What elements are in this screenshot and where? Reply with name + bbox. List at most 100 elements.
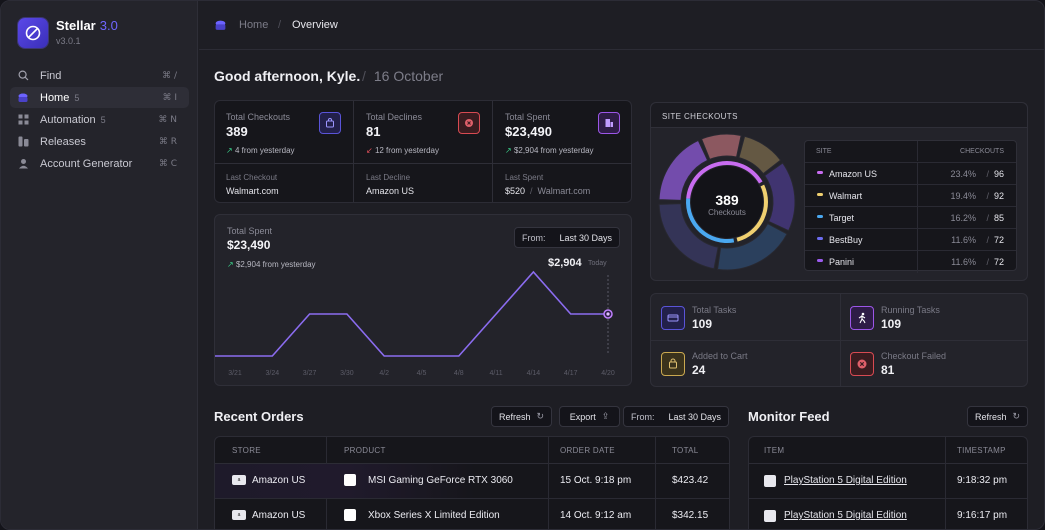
stat-change: ↙ 12 from yesterday — [366, 146, 439, 155]
feed-timestamp: 9:16:17 pm — [957, 510, 1008, 521]
account-generator-icon — [17, 158, 29, 170]
stat-label: Total Checkouts — [226, 112, 291, 122]
shortcut-hint: ⌘ / — [162, 70, 177, 81]
breadcrumb-home[interactable]: Home — [239, 19, 268, 31]
x-tick-label: 4/17 — [564, 370, 578, 377]
divider — [493, 163, 632, 164]
legend-swatch — [817, 171, 823, 174]
legend-pct: 16.2% — [950, 213, 976, 223]
sidebar-item-label: Home — [40, 91, 70, 104]
sidebar-item-home[interactable]: Home 5 ⌘ I — [10, 87, 189, 108]
legend-row: Target 16.2% / 85 — [805, 206, 1016, 229]
legend-swatch — [817, 215, 823, 218]
site-table: SITE CHECKOUTS Amazon US 23.4% / 96 Walm… — [804, 140, 1017, 273]
legend-pct: 11.6% — [951, 235, 976, 245]
spent-chart-panel: Total Spent $23,490 ↗ $2,904 from yester… — [214, 214, 632, 386]
x-tick-label: 4/2 — [379, 370, 389, 377]
order-total: $342.15 — [672, 510, 709, 521]
sidebar-item-label: Account Generator — [40, 157, 133, 170]
order-product: MSI Gaming GeForce RTX 3060 — [368, 475, 513, 486]
col-store: STORE — [232, 446, 261, 455]
task-label: Running Tasks — [881, 305, 940, 315]
x-tick-label: 3/24 — [265, 370, 279, 377]
legend-pct: 23.4% — [950, 169, 976, 179]
legend-separator: / — [986, 213, 989, 223]
sidebar-item-releases[interactable]: Releases ⌘ R — [10, 131, 189, 152]
stat-sub-label: Last Decline — [366, 173, 411, 182]
product-thumb-icon — [764, 510, 776, 522]
col-site: SITE — [816, 148, 832, 155]
legend-pct: 11.6% — [951, 257, 976, 267]
col-checkouts: CHECKOUTS — [960, 148, 1004, 155]
running-icon — [850, 306, 874, 330]
sidebar-item-find[interactable]: Find ⌘ / — [10, 65, 189, 86]
col-total: TOTAL — [672, 446, 699, 455]
legend-site: Target — [829, 213, 855, 223]
amazon-logo-icon: a — [232, 510, 246, 520]
product-thumb-icon — [344, 509, 356, 521]
shortcut-hint: ⌘ C — [158, 158, 177, 169]
sidebar-item-account-generator[interactable]: Account Generator ⌘ C — [10, 153, 189, 174]
legend-row: Amazon US 23.4% / 96 — [805, 162, 1016, 185]
stat-label: Total Spent — [505, 112, 551, 122]
refresh-orders-button[interactable]: Refresh ↻ — [491, 406, 552, 427]
search-icon — [17, 70, 29, 82]
home-icon — [214, 19, 227, 37]
orders-date-range-select[interactable]: From: Last 30 Days — [623, 406, 729, 427]
feed-item-link[interactable]: PlayStation 5 Digital Edition — [784, 510, 907, 521]
donut-total-label: Checkouts — [708, 208, 746, 217]
feed-timestamp: 9:18:32 pm — [957, 475, 1008, 486]
legend-separator: / — [986, 169, 989, 179]
releases-icon — [17, 136, 29, 148]
arrow-down-icon: ↙ — [366, 146, 373, 155]
stat-change: ↗ $2,904 from yesterday — [505, 146, 594, 155]
feed-item-link[interactable]: PlayStation 5 Digital Edition — [784, 475, 907, 486]
legend-swatch — [817, 193, 823, 196]
order-date: 14 Oct. 9:12 am — [560, 510, 632, 521]
task-label: Total Tasks — [692, 305, 737, 315]
legend-count: 92 — [993, 191, 1004, 201]
app-window: Stellar 3.0 v3.0.1 Find ⌘ / Home 5 ⌘ I Au… — [0, 0, 1045, 530]
legend-row: Panini 11.6% / 72 — [805, 250, 1016, 273]
x-tick-label: 4/5 — [417, 370, 427, 377]
task-value: 109 — [881, 317, 902, 331]
refresh-feed-button[interactable]: Refresh ↻ — [967, 406, 1028, 427]
breadcrumb-current: Overview — [292, 19, 338, 31]
legend-separator: / — [986, 235, 989, 245]
sidebar-item-automation[interactable]: Automation 5 ⌘ N — [10, 109, 189, 130]
legend-site: BestBuy — [829, 235, 863, 245]
x-tick-label: 3/27 — [303, 370, 317, 377]
amazon-logo-icon: a — [232, 475, 246, 485]
stat-value: 389 — [226, 124, 248, 139]
panel-title: SITE CHECKOUTS — [662, 112, 738, 121]
version-badge: 3.0 — [99, 18, 118, 33]
arrow-up-icon: ↗ — [226, 146, 233, 155]
legend-count: 72 — [993, 235, 1004, 245]
app-name: Stellar 3.0 — [56, 18, 118, 33]
legend-pct: 19.4% — [950, 191, 976, 201]
stat-value: $23,490 — [505, 124, 552, 139]
sidebar-item-label: Releases — [40, 135, 86, 148]
monitor-feed-title: Monitor Feed — [748, 409, 830, 424]
app-version: v3.0.1 — [56, 36, 81, 46]
legend-row: BestBuy 11.6% / 72 — [805, 228, 1016, 251]
shortcut-hint: ⌘ N — [158, 114, 177, 125]
today-point-center — [606, 312, 610, 316]
order-store: Amazon US — [252, 475, 306, 486]
bag-icon — [319, 112, 341, 134]
order-product: Xbox Series X Limited Edition — [368, 510, 500, 521]
col-item: ITEM — [764, 446, 785, 455]
home-icon — [17, 92, 29, 104]
line-chart: 3/21 3/24 3/27 3/30 4/2 4/5 4/8 4/11 4/14 4/17 4/2… — [215, 270, 615, 377]
stat-total-declines: Total Declines 81 ↙ 12 from yesterday La… — [353, 101, 492, 202]
stat-sub-label: Last Checkout — [226, 173, 278, 182]
task-value: 109 — [692, 317, 713, 331]
x-tick-label: 3/30 — [340, 370, 354, 377]
stat-change: ↗ 4 from yesterday — [226, 146, 295, 155]
divider — [354, 163, 492, 164]
order-total: $423.42 — [672, 475, 709, 486]
legend-site: Walmart — [829, 191, 863, 201]
legend-row: Walmart 19.4% / 92 — [805, 184, 1016, 207]
task-value: 81 — [881, 363, 895, 377]
export-button[interactable]: Export ⇪ — [559, 406, 620, 427]
